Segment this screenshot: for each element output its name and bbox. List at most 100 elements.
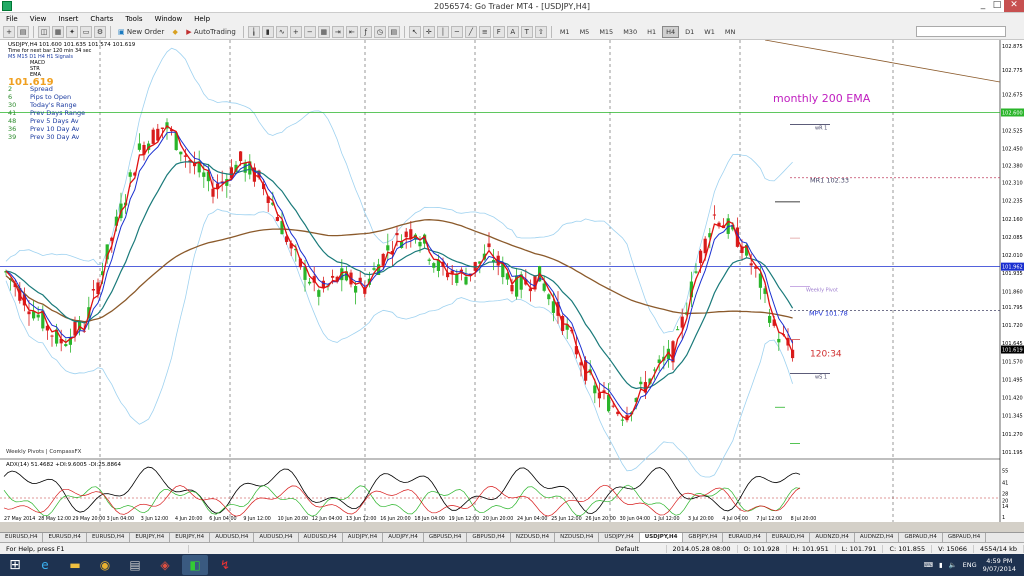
symbol-tab[interactable]: EURJPY,H4: [170, 533, 211, 542]
menu-insert[interactable]: Insert: [52, 15, 84, 23]
tf-m5[interactable]: M5: [576, 26, 594, 38]
menu-file[interactable]: File: [0, 15, 24, 23]
chart-window[interactable]: 102.875 102.775 102.675 102.525 102.450 102.3…: [0, 40, 1024, 522]
candle-body: [768, 315, 772, 323]
cursor-icon[interactable]: ↖: [408, 25, 421, 38]
tf-m1[interactable]: M1: [556, 26, 574, 38]
channel-icon[interactable]: ≡: [478, 25, 491, 38]
tf-h4[interactable]: H4: [662, 25, 680, 38]
strategy-tester-icon[interactable]: ⚙: [94, 25, 106, 38]
terminal-icon[interactable]: ▭: [80, 25, 92, 38]
symbol-tab[interactable]: GBPAUD,H4: [899, 533, 943, 542]
symbol-tab[interactable]: AUDJPY,H4: [343, 533, 384, 542]
menu-help[interactable]: Help: [188, 15, 216, 23]
chart-canvas[interactable]: 102.875 102.775 102.675 102.525 102.450 102.3…: [0, 40, 1024, 522]
symbol-tab[interactable]: NZDUSD,H4: [511, 533, 556, 542]
explorer-icon[interactable]: ▬: [62, 555, 88, 575]
tf-d1[interactable]: D1: [681, 26, 698, 38]
profiles-icon[interactable]: ▤: [17, 25, 29, 38]
tf-m30[interactable]: M30: [619, 26, 641, 38]
menu-window[interactable]: Window: [149, 15, 189, 23]
keyboard-icon[interactable]: ⌨: [924, 561, 933, 569]
close-button[interactable]: ✕: [1004, 0, 1024, 12]
symbol-tab[interactable]: GBPJPY,H4: [683, 533, 724, 542]
symbol-tab[interactable]: EURUSD,H4: [43, 533, 87, 542]
symbol-tab[interactable]: NZDUSD,H4: [555, 533, 600, 542]
maximize-button[interactable]: □: [990, 0, 1004, 12]
symbol-tab[interactable]: EURAUD,H4: [723, 533, 767, 542]
symbol-tab[interactable]: AUDUSD,H4: [254, 533, 299, 542]
symbol-tab[interactable]: EURJPY,H4: [130, 533, 171, 542]
zoom-in-icon[interactable]: +: [289, 25, 302, 38]
navigator-icon[interactable]: ✦: [66, 25, 78, 38]
candle-body: [64, 344, 68, 347]
profile-name[interactable]: Default: [609, 544, 667, 553]
vertical-line-icon[interactable]: │: [436, 25, 449, 38]
templates-icon[interactable]: ▤: [387, 25, 400, 38]
autoscroll-icon[interactable]: ⇥: [331, 25, 344, 38]
line-chart-icon[interactable]: ∿: [275, 25, 288, 38]
symbol-tab[interactable]: AUDUSD,H4: [210, 533, 255, 542]
market-watch-icon[interactable]: ◫: [38, 25, 50, 38]
symbol-tab[interactable]: EURUSD,H4: [87, 533, 131, 542]
candle-body: [620, 419, 624, 421]
candle-body: [593, 385, 597, 394]
indicators-icon[interactable]: ƒ: [359, 25, 372, 38]
symbol-tab[interactable]: USDJPY,H4: [599, 533, 640, 542]
candle-body: [160, 127, 164, 129]
chart-app-icon[interactable]: ↯: [212, 555, 238, 575]
tile-icon[interactable]: ▦: [317, 25, 330, 38]
trendline-icon[interactable]: ╱: [464, 25, 477, 38]
autotrading-button[interactable]: ▶ AutoTrading: [183, 26, 239, 38]
tf-mn[interactable]: MN: [721, 26, 739, 38]
symbol-tab[interactable]: GBPUSD,H4: [424, 533, 468, 542]
paint-icon[interactable]: ◈: [152, 555, 178, 575]
crosshair-icon[interactable]: ✛: [422, 25, 435, 38]
menu-charts[interactable]: Charts: [84, 15, 119, 23]
adx-plus-di-line: [3, 484, 801, 517]
start-icon[interactable]: ⊞: [2, 555, 28, 575]
data-window-icon[interactable]: ▦: [52, 25, 64, 38]
menu-tools[interactable]: Tools: [119, 15, 148, 23]
price-tick-label: 101.860: [1002, 289, 1023, 295]
symbol-tab[interactable]: EURUSD,H4: [0, 533, 44, 542]
symbol-tab[interactable]: AUDNZD,H4: [810, 533, 855, 542]
tf-h1[interactable]: H1: [643, 26, 660, 38]
text-icon[interactable]: A: [506, 25, 519, 38]
network-icon[interactable]: ▮: [939, 561, 943, 569]
arrows-icon[interactable]: ⇧: [534, 25, 547, 38]
periods-icon[interactable]: ◷: [373, 25, 386, 38]
zoom-out-icon[interactable]: −: [303, 25, 316, 38]
tf-w1[interactable]: W1: [700, 26, 719, 38]
candlestick-icon[interactable]: ▮: [261, 25, 274, 38]
volume-icon[interactable]: 🔈: [949, 561, 957, 569]
symbol-tab[interactable]: GBPAUD,H4: [943, 533, 987, 542]
mt4-icon[interactable]: ◧: [182, 555, 208, 575]
clock[interactable]: 4:59 PM 9/07/2014: [983, 557, 1016, 573]
language-indicator[interactable]: ENG: [963, 561, 977, 569]
symbol-tab[interactable]: AUDUSD,H4: [299, 533, 343, 542]
ie-icon[interactable]: e: [32, 555, 58, 575]
chrome-icon[interactable]: ◉: [92, 555, 118, 575]
menu-view[interactable]: View: [24, 15, 53, 23]
tf-m15[interactable]: M15: [595, 26, 617, 38]
label-icon[interactable]: T: [520, 25, 533, 38]
symbol-tab[interactable]: EURAUD,H4: [767, 533, 811, 542]
chart-shift-icon[interactable]: ⇤: [345, 25, 358, 38]
bar-chart-icon[interactable]: ╽: [247, 25, 260, 38]
symbol-tab[interactable]: AUDJPY,H4: [383, 533, 424, 542]
fibonacci-icon[interactable]: F: [492, 25, 505, 38]
horizontal-line-icon[interactable]: ─: [450, 25, 463, 38]
notes-icon[interactable]: ▤: [122, 555, 148, 575]
new-order-button[interactable]: ▣ New Order: [115, 26, 167, 38]
minimize-button[interactable]: _: [976, 0, 990, 12]
current-price-tag: 101.619: [1002, 348, 1023, 354]
symbol-tab[interactable]: AUDNZD,H4: [855, 533, 900, 542]
search-input[interactable]: [916, 26, 1006, 37]
candle-body: [128, 172, 132, 177]
candle-body: [455, 274, 459, 283]
metaeditor-button[interactable]: ◆: [169, 26, 181, 38]
symbol-tab[interactable]: GBPUSD,H4: [467, 533, 511, 542]
symbol-tab[interactable]: USDJPY,H4: [639, 533, 684, 542]
new-chart-icon[interactable]: +: [3, 25, 15, 38]
